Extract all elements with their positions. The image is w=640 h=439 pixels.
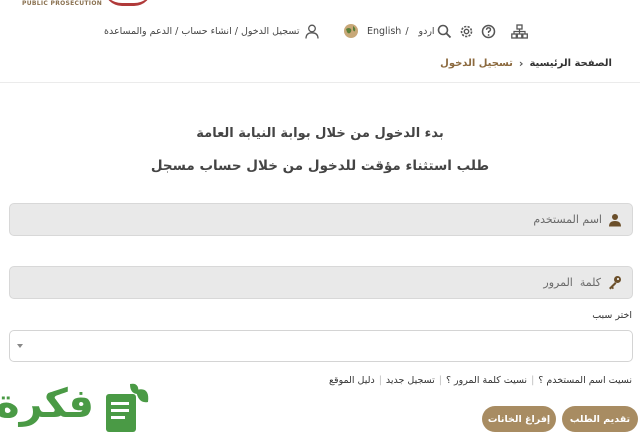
- password-input[interactable]: [10, 267, 601, 298]
- logo-emblem: [104, 0, 152, 6]
- book-leaf-icon: [106, 383, 149, 432]
- sitemap-icon[interactable]: [511, 23, 528, 39]
- lang-separator: /: [405, 25, 409, 37]
- chevron-left-icon: ‹: [518, 57, 524, 70]
- page-subtitle: طلب استثناء مؤقت للدخول من خلال حساب مسج…: [150, 158, 490, 174]
- watermark-text: فكرة: [0, 381, 94, 427]
- utility-icons: [437, 20, 537, 42]
- top-navigation: English / اردو تسجيل الدخول / انشاء حساب…: [0, 20, 640, 42]
- username-input[interactable]: [10, 204, 602, 235]
- forgot-password-link[interactable]: نسيت كلمة المرور ؟: [446, 375, 527, 386]
- password-field[interactable]: [9, 266, 633, 299]
- clear-fields-button[interactable]: إفراغ الخانات: [482, 406, 556, 432]
- breadcrumb-current: تسجيل الدخول: [440, 58, 513, 69]
- gear-icon[interactable]: [459, 24, 474, 39]
- caret-down-icon: [17, 344, 23, 348]
- reason-select[interactable]: [9, 330, 633, 362]
- help-icon[interactable]: [481, 24, 496, 39]
- link-divider: |: [378, 375, 382, 386]
- forgot-username-link[interactable]: نسيت اسم المستخدم ؟: [538, 375, 632, 386]
- lang-urdu-link[interactable]: اردو: [419, 26, 435, 37]
- auth-links: نسيت اسم المستخدم ؟ | نسيت كلمة المرور ؟…: [329, 375, 632, 386]
- account-nav-text[interactable]: تسجيل الدخول / انشاء حساب / الدعم والمسا…: [104, 26, 300, 37]
- reason-label: اختر سبب: [592, 310, 632, 321]
- user-icon[interactable]: [304, 24, 319, 39]
- site-guide-link[interactable]: دليل الموقع: [329, 375, 375, 386]
- search-icon[interactable]: [437, 24, 452, 39]
- page-title: بدء الدخول من خلال بوابة النيابة العامة: [196, 126, 444, 141]
- key-icon: [607, 275, 622, 290]
- submit-request-button[interactable]: تقديم الطلب: [562, 406, 638, 432]
- lang-english-link[interactable]: English: [367, 26, 401, 37]
- link-divider: |: [438, 375, 442, 386]
- user-solid-icon: [608, 213, 622, 227]
- breadcrumb-home[interactable]: الصفحة الرئيسية: [529, 58, 612, 69]
- account-nav: تسجيل الدخول / انشاء حساب / الدعم والمسا…: [104, 20, 319, 42]
- header-divider: [0, 82, 640, 83]
- breadcrumb: الصفحة الرئيسية ‹ تسجيل الدخول: [440, 57, 612, 70]
- link-divider: |: [531, 375, 535, 386]
- language-switch: English / اردو: [367, 20, 435, 42]
- register-link[interactable]: تسجيل جديد: [386, 375, 435, 386]
- org-name: PUBLIC PROSECUTION: [22, 0, 103, 7]
- globe-wrap: [343, 20, 359, 42]
- globe-icon[interactable]: [343, 23, 359, 39]
- username-field[interactable]: [9, 203, 633, 236]
